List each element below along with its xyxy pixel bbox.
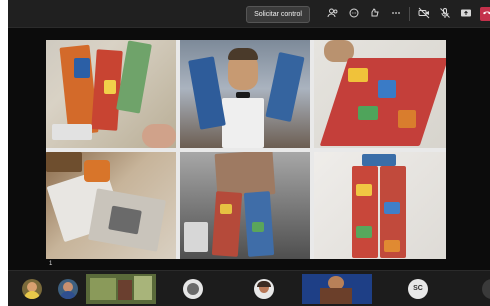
- collage-photo-1: [46, 40, 176, 148]
- shared-photo-collage: [46, 40, 446, 259]
- more-icon[interactable]: [389, 7, 403, 21]
- meeting-window: Solicitar control 1 SC: [8, 0, 490, 306]
- participants-icon[interactable]: [326, 7, 340, 21]
- participant-avatar[interactable]: [22, 279, 42, 299]
- participant-avatar[interactable]: [254, 279, 274, 299]
- participant-avatar[interactable]: [58, 279, 78, 299]
- participant-initials-avatar[interactable]: SC: [408, 279, 428, 299]
- participant-video-thumbnail[interactable]: [86, 274, 156, 304]
- mic-off-icon[interactable]: [438, 7, 452, 21]
- collage-photo-3: [314, 40, 446, 148]
- reactions-icon[interactable]: [368, 7, 382, 21]
- shared-content-stage: 1: [8, 28, 490, 270]
- chat-icon[interactable]: [347, 7, 361, 21]
- participant-video-thumbnail[interactable]: [302, 274, 372, 304]
- participant-avatar[interactable]: [482, 279, 490, 299]
- collage-photo-2: [180, 40, 310, 148]
- leave-icon[interactable]: [480, 7, 490, 21]
- camera-off-icon[interactable]: [417, 7, 431, 21]
- collage-photo-4: [46, 152, 176, 259]
- collage-photo-6: [314, 152, 446, 259]
- share-icon[interactable]: [459, 7, 473, 21]
- participant-avatar[interactable]: [183, 279, 203, 299]
- collage-photo-5: [180, 152, 310, 259]
- request-control-button[interactable]: Solicitar control: [246, 6, 310, 23]
- participant-strip: SC: [8, 270, 490, 306]
- toolbar-divider: [409, 7, 410, 21]
- meeting-toolbar: Solicitar control: [8, 0, 490, 28]
- page-number: 1: [49, 261, 53, 267]
